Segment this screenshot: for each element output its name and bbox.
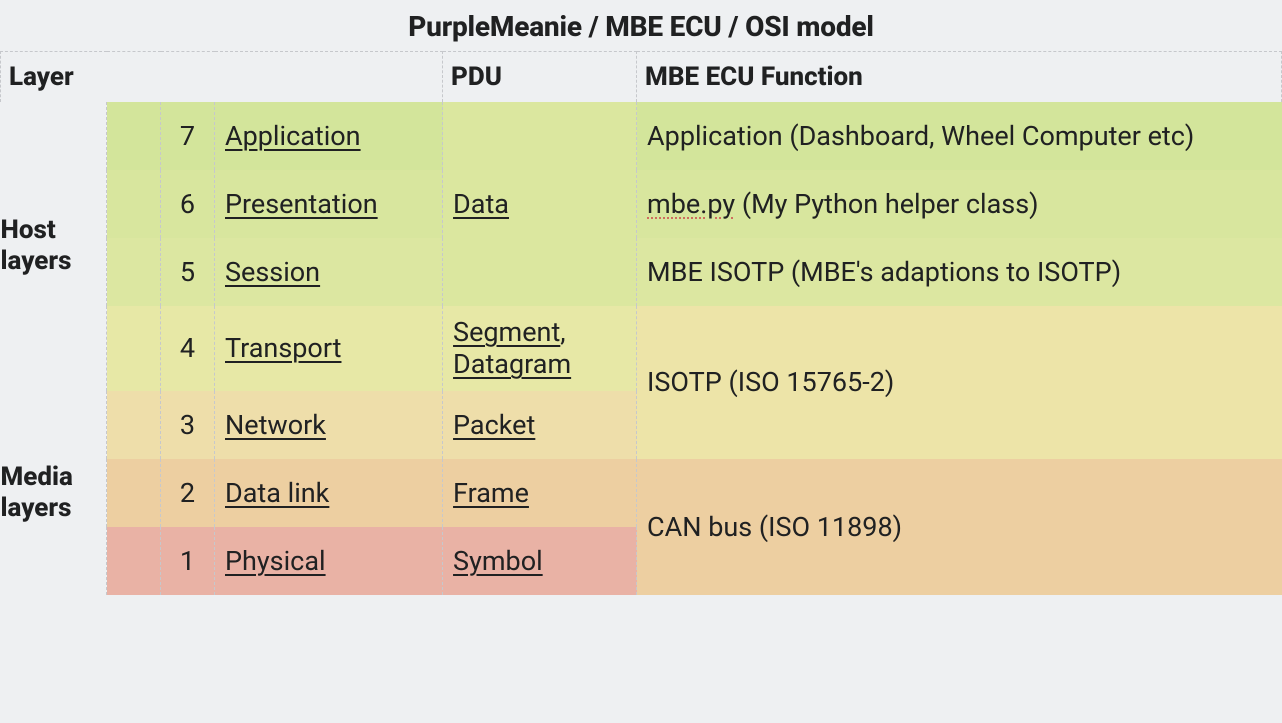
- sub-spacer: [107, 102, 161, 170]
- link-mbe-py[interactable]: mbe.py: [647, 188, 735, 220]
- sub-spacer: [107, 527, 161, 595]
- layer-num-6: 6: [161, 170, 215, 238]
- sub-spacer: [107, 459, 161, 527]
- page-title: PurpleMeanie / MBE ECU / OSI model: [0, 0, 1282, 51]
- layer-name-application: Application: [215, 102, 443, 170]
- link-data-link[interactable]: Data link: [225, 477, 329, 509]
- link-transport[interactable]: Transport: [225, 332, 341, 364]
- layer-name-physical: Physical: [215, 527, 443, 595]
- header-row: Layer PDU MBE ECU Function: [1, 52, 1282, 103]
- row-layer-4: 4 Transport Segment, Datagram ISOTP (ISO…: [1, 306, 1282, 391]
- layer-num-3: 3: [161, 391, 215, 459]
- layer-num-7: 7: [161, 102, 215, 170]
- row-layer-5: 5 Session MBE ISOTP (MBE's adaptions to …: [1, 238, 1282, 306]
- pdu-frame: Frame: [443, 459, 637, 527]
- sub-spacer: [107, 170, 161, 238]
- sub-spacer: [107, 306, 161, 391]
- row-layer-6: 6 Presentation mbe.py (My Python helper …: [1, 170, 1282, 238]
- link-pdu-symbol[interactable]: Symbol: [453, 545, 543, 577]
- layer-num-1: 1: [161, 527, 215, 595]
- function-l7: Application (Dashboard, Wheel Computer e…: [637, 102, 1282, 170]
- header-function: MBE ECU Function: [637, 52, 1282, 103]
- function-can: CAN bus (ISO 11898): [637, 459, 1282, 595]
- link-pdu-data[interactable]: Data: [453, 188, 509, 220]
- layer-num-5: 5: [161, 238, 215, 306]
- osi-table: Layer PDU MBE ECU Function Host layers 7…: [0, 51, 1282, 595]
- pdu-data: Data: [443, 102, 637, 306]
- pdu-symbol: Symbol: [443, 527, 637, 595]
- function-l6: mbe.py (My Python helper class): [637, 170, 1282, 238]
- link-presentation[interactable]: Presentation: [225, 188, 378, 220]
- link-physical[interactable]: Physical: [225, 545, 326, 577]
- layer-num-2: 2: [161, 459, 215, 527]
- pdu-segment-datagram: Segment, Datagram: [443, 306, 637, 391]
- function-isotp: ISOTP (ISO 15765-2): [637, 306, 1282, 459]
- function-l5: MBE ISOTP (MBE's adaptions to ISOTP): [637, 238, 1282, 306]
- layer-name-presentation: Presentation: [215, 170, 443, 238]
- sub-spacer: [107, 391, 161, 459]
- header-pdu: PDU: [443, 52, 637, 103]
- sub-spacer: [107, 238, 161, 306]
- function-l6-suffix: (My Python helper class): [735, 188, 1038, 220]
- link-network[interactable]: Network: [225, 409, 326, 441]
- header-layer: Layer: [1, 52, 443, 103]
- row-layer-2: 2 Data link Frame CAN bus (ISO 11898): [1, 459, 1282, 527]
- pdu-packet: Packet: [443, 391, 637, 459]
- group-media-label: Media layers: [1, 391, 107, 595]
- layer-name-network: Network: [215, 391, 443, 459]
- link-session[interactable]: Session: [225, 256, 320, 288]
- link-pdu-segment[interactable]: Segment: [453, 316, 560, 348]
- layer-num-4: 4: [161, 306, 215, 391]
- row-layer-7: Host layers 7 Application Data Applicati…: [1, 102, 1282, 170]
- layer-name-transport: Transport: [215, 306, 443, 391]
- link-application[interactable]: Application: [225, 120, 361, 152]
- group-host-label: Host layers: [1, 102, 107, 391]
- layer-name-data-link: Data link: [215, 459, 443, 527]
- link-pdu-datagram[interactable]: Datagram: [453, 348, 571, 380]
- link-pdu-packet[interactable]: Packet: [453, 409, 535, 441]
- link-pdu-frame[interactable]: Frame: [453, 477, 529, 509]
- layer-name-session: Session: [215, 238, 443, 306]
